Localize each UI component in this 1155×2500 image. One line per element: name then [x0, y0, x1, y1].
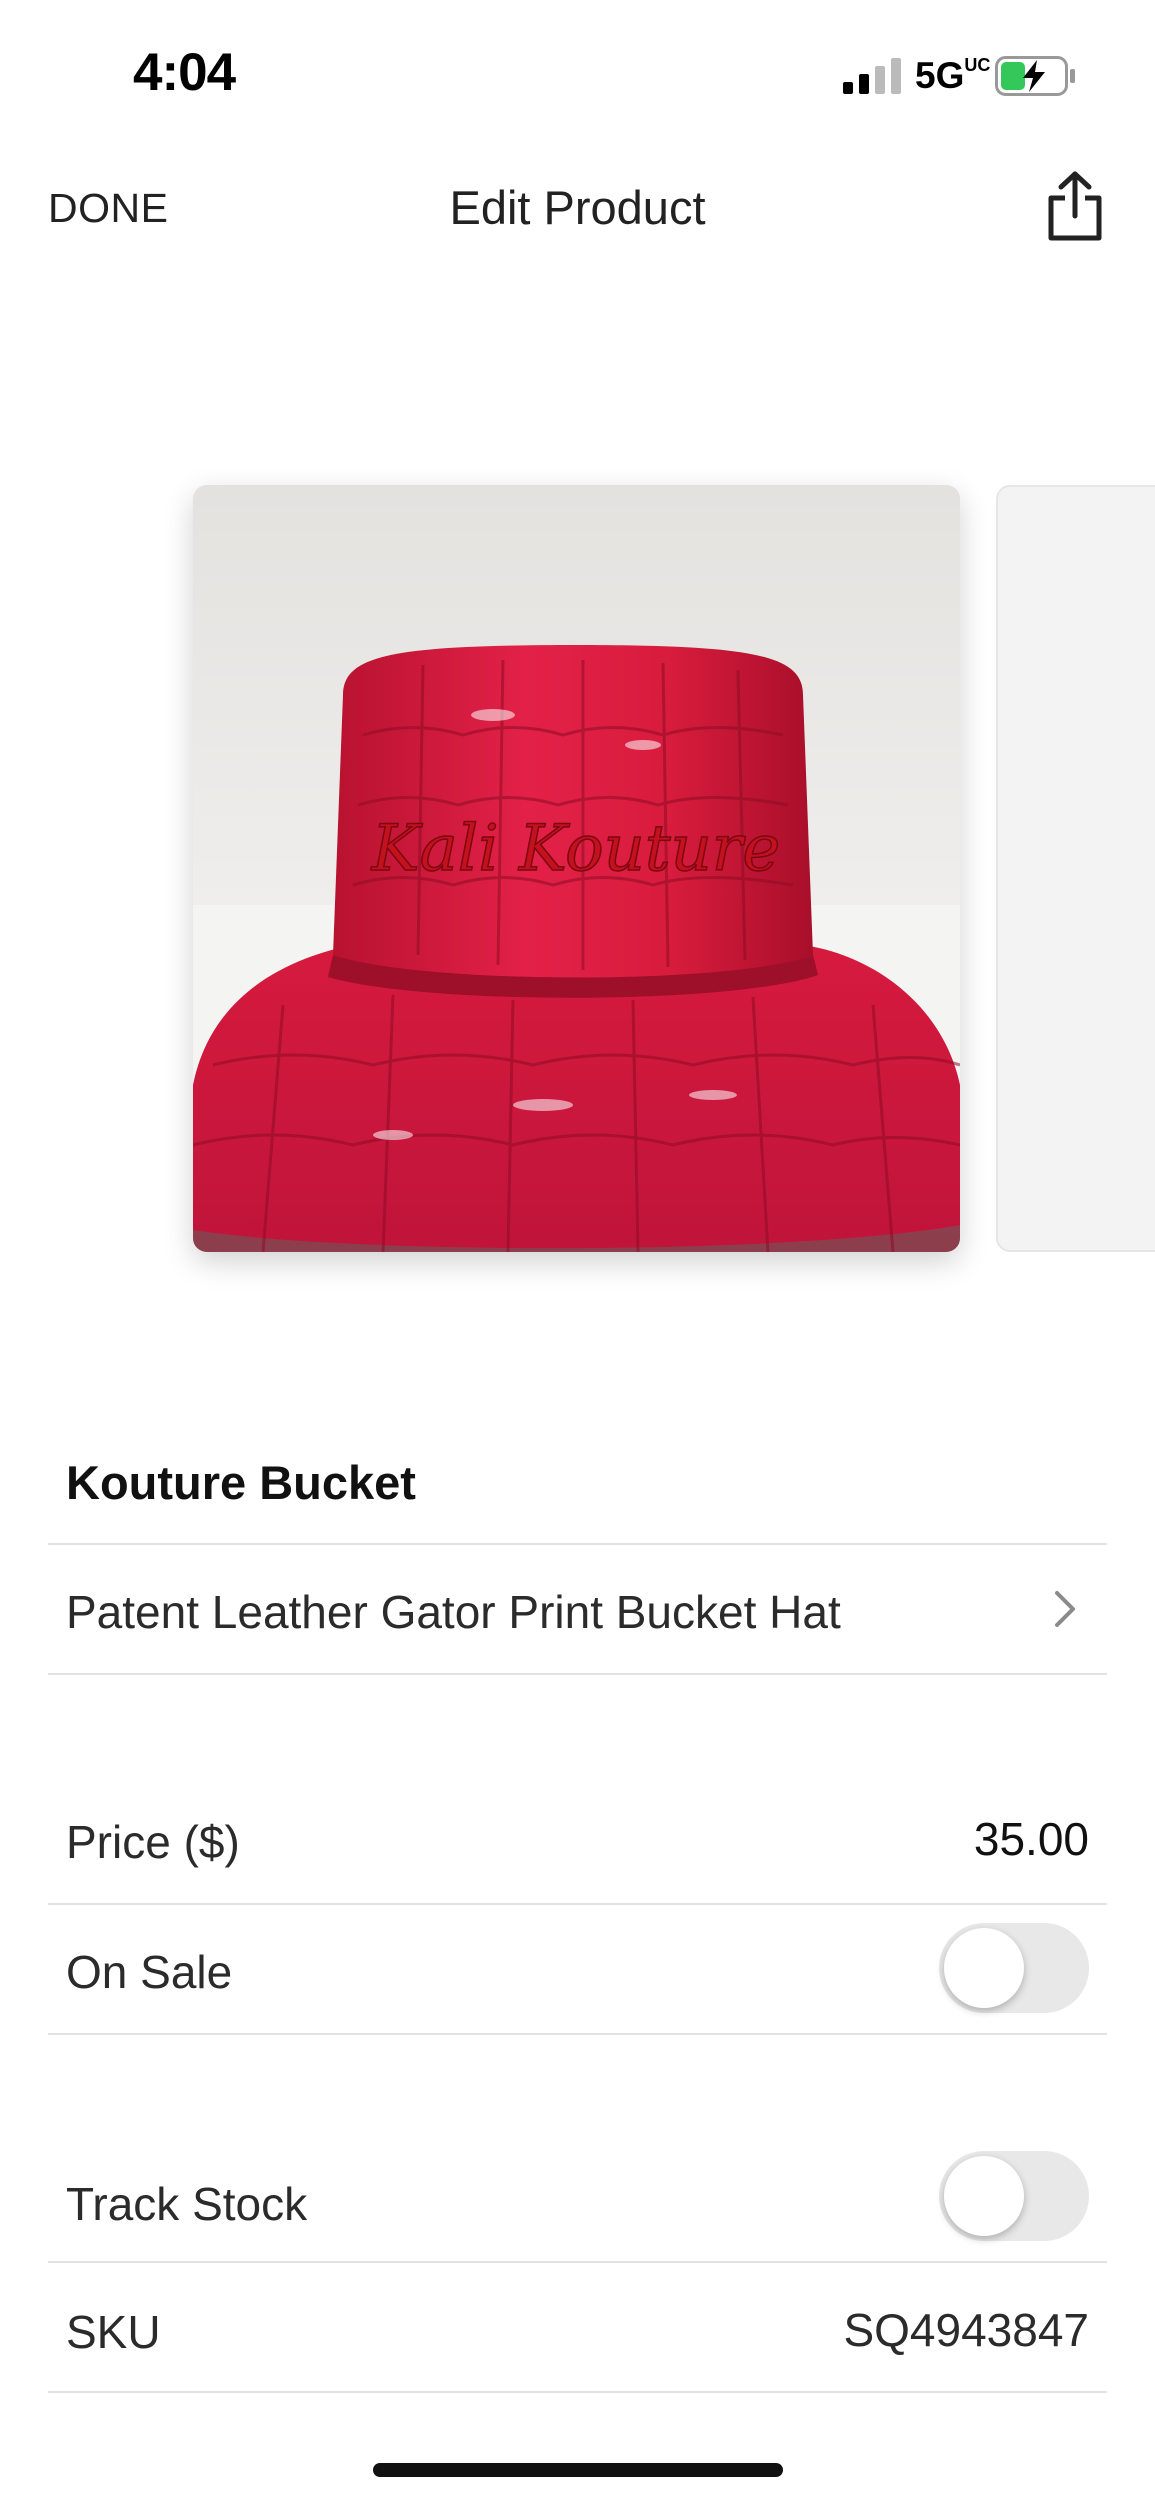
description-text: Patent Leather Gator Print Bucket Hat: [66, 1586, 841, 1638]
sku-value[interactable]: SQ4943847: [843, 2303, 1089, 2357]
divider: [48, 1673, 1107, 1675]
battery-charging-icon: [995, 56, 1075, 96]
toggle-knob: [944, 1928, 1024, 2008]
home-indicator[interactable]: [373, 2463, 783, 2477]
divider: [48, 2033, 1107, 2035]
network-label: 5GUC: [915, 55, 991, 96]
price-label: Price ($): [66, 1816, 240, 1868]
description-row[interactable]: Patent Leather Gator Print Bucket Hat: [48, 1545, 1107, 1673]
chevron-right-icon: [1055, 1591, 1075, 1627]
track-stock-toggle[interactable]: [939, 2151, 1089, 2241]
on-sale-toggle[interactable]: [939, 1923, 1089, 2013]
track-stock-row: Track Stock: [48, 2133, 1107, 2261]
on-sale-label: On Sale: [66, 1946, 233, 1998]
navigation-bar: DONE Edit Product: [0, 160, 1155, 260]
status-bar: 4:04 5GUC: [0, 0, 1155, 150]
price-input[interactable]: 35.00: [974, 1812, 1089, 1866]
product-image: Kali Kouture: [193, 485, 960, 1252]
page-title: Edit Product: [449, 181, 706, 234]
sku-label: SKU: [66, 2306, 161, 2358]
status-time: 4:04: [133, 43, 236, 102]
toggle-knob: [944, 2156, 1024, 2236]
next-image-card[interactable]: [996, 485, 1155, 1252]
divider: [48, 2391, 1107, 2393]
product-image-card[interactable]: Kali Kouture: [193, 485, 960, 1252]
sku-row[interactable]: SKU SQ4943847: [48, 2263, 1107, 2391]
product-name[interactable]: Kouture Bucket: [66, 1455, 416, 1510]
embroidery-text: Kali Kouture: [371, 812, 781, 886]
price-row[interactable]: Price ($) 35.00: [48, 1775, 1107, 1903]
on-sale-row: On Sale: [48, 1905, 1107, 2033]
share-icon[interactable]: [1045, 170, 1105, 242]
signal-icon: [843, 58, 901, 94]
track-stock-label: Track Stock: [66, 2178, 308, 2230]
